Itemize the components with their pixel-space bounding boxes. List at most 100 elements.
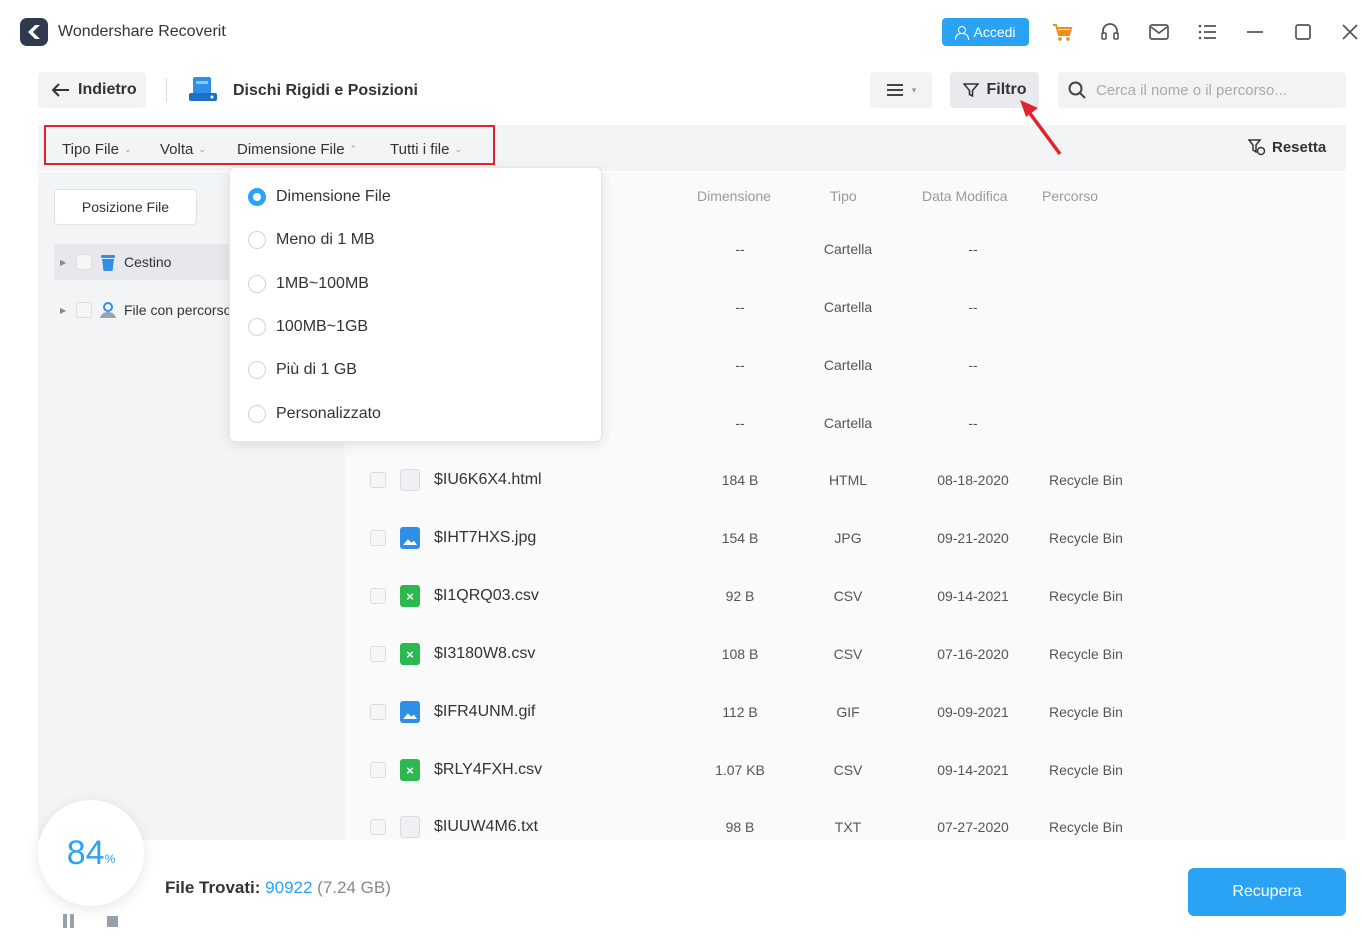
size-option-dimensione-file[interactable]: Dimensione File — [248, 188, 391, 206]
radio-selected[interactable] — [248, 188, 266, 206]
search-icon — [1068, 81, 1086, 99]
filter-all-files-label: Tutti i file — [390, 141, 450, 158]
filter-file-size[interactable]: Dimensione File ⌃ — [237, 141, 357, 158]
cell-size: -- — [735, 357, 745, 373]
cell-size: -- — [735, 299, 745, 315]
column-header-path[interactable]: Percorso — [1042, 188, 1098, 204]
filter-file-type-label: Tipo File — [62, 141, 119, 158]
cell-path: Recycle Bin — [1049, 472, 1123, 488]
cell-date: 07-27-2020 — [937, 819, 1009, 835]
expand-arrow-icon[interactable]: ▶ — [60, 306, 70, 315]
cell-type: CSV — [833, 588, 863, 604]
chevron-up-icon: ⌃ — [349, 144, 358, 154]
checkbox[interactable] — [370, 588, 386, 604]
checkbox[interactable] — [370, 472, 386, 488]
app-logo — [20, 18, 48, 46]
login-button[interactable]: Accedi — [942, 18, 1029, 46]
tab-file-location[interactable]: Posizione File — [54, 189, 197, 225]
funnel-icon — [962, 83, 979, 98]
cart-icon[interactable] — [1048, 18, 1076, 46]
mail-icon[interactable] — [1145, 18, 1173, 46]
toolbar-divider — [166, 78, 167, 102]
filter-file-type[interactable]: Tipo File ⌄ — [62, 141, 132, 158]
reset-button[interactable]: Resetta — [1248, 138, 1326, 156]
checkbox[interactable] — [370, 704, 386, 720]
table-row-file[interactable]: $IHT7HXS.jpg 154 B JPG 09-21-2020 Recycl… — [346, 509, 1346, 567]
spreadsheet-file-icon — [400, 643, 420, 665]
cell-type: Cartella — [823, 241, 873, 257]
option-label: 1MB~100MB — [276, 275, 369, 292]
cell-path: Recycle Bin — [1049, 762, 1123, 778]
back-button[interactable]: Indietro — [38, 72, 146, 108]
table-row-file[interactable]: $IUUW4M6.txt 98 B TXT 07-27-2020 Recycle… — [346, 798, 1346, 840]
table-row-file[interactable]: $IU6K6X4.html 184 B HTML 08-18-2020 Recy… — [346, 451, 1346, 509]
filter-time[interactable]: Volta ⌄ — [160, 141, 206, 158]
table-row-file[interactable]: $IFR4UNM.gif 112 B GIF 09-09-2021 Recycl… — [346, 683, 1346, 741]
filter-file-size-label: Dimensione File — [237, 141, 345, 158]
checkbox[interactable] — [370, 762, 386, 778]
search-input[interactable] — [1096, 81, 1326, 99]
files-found-summary: File Trovati: 90922 (7.24 GB) — [165, 878, 391, 898]
trash-icon — [101, 255, 115, 271]
cell-type: Cartella — [823, 299, 873, 315]
table-row-file[interactable]: $I3180W8.csv 108 B CSV 07-16-2020 Recycl… — [346, 625, 1346, 683]
app-title: Wondershare Recoverit — [58, 23, 226, 40]
filter-all-files[interactable]: Tutti i file ⌄ — [390, 141, 462, 158]
cell-type: Cartella — [823, 415, 873, 431]
sidebar-item-recycle-bin[interactable]: ▶ Cestino — [54, 244, 229, 280]
close-icon[interactable] — [1336, 18, 1362, 46]
minimize-icon[interactable] — [1241, 18, 1269, 46]
view-options-button[interactable]: ▾ — [870, 72, 932, 108]
chevron-down-icon: ▾ — [911, 84, 917, 95]
location-title: Dischi Rigidi e Posizioni — [233, 82, 418, 99]
search-box[interactable] — [1058, 72, 1346, 108]
size-option-custom[interactable]: Personalizzato — [248, 405, 381, 423]
table-row-file[interactable]: $I1QRQ03.csv 92 B CSV 09-14-2021 Recycle… — [346, 567, 1346, 625]
cell-size: 184 B — [721, 472, 759, 488]
reset-label: Resetta — [1272, 138, 1327, 156]
radio[interactable] — [248, 275, 266, 293]
radio[interactable] — [248, 318, 266, 336]
found-count: 90922 — [265, 878, 313, 897]
column-header-type[interactable]: Tipo — [830, 188, 857, 204]
stop-icon[interactable] — [107, 916, 118, 927]
size-option-more-1gb[interactable]: Più di 1 GB — [248, 361, 357, 379]
checkbox[interactable] — [370, 819, 386, 835]
found-size: (7.24 GB) — [317, 878, 391, 897]
cell-size: 98 B — [725, 819, 755, 835]
expand-arrow-icon[interactable]: ▶ — [60, 258, 70, 267]
cell-path: Recycle Bin — [1049, 819, 1123, 835]
maximize-icon[interactable] — [1289, 18, 1317, 46]
file-name: $I1QRQ03.csv — [434, 587, 539, 604]
size-option-less-1mb[interactable]: Meno di 1 MB — [248, 231, 375, 249]
size-option-100mb-1gb[interactable]: 100MB~1GB — [248, 318, 368, 336]
checkbox[interactable] — [76, 302, 92, 318]
cell-date: 07-16-2020 — [937, 646, 1009, 662]
file-size-dropdown: Dimensione File Meno di 1 MB 1MB~100MB 1… — [229, 167, 602, 442]
column-header-date-modified[interactable]: Data Modifica — [922, 188, 1008, 204]
radio[interactable] — [248, 231, 266, 249]
option-label: Più di 1 GB — [276, 361, 357, 378]
menu-list-icon[interactable] — [1193, 18, 1221, 46]
size-option-1mb-100mb[interactable]: 1MB~100MB — [248, 275, 369, 293]
cell-size: -- — [735, 415, 745, 431]
option-label: 100MB~1GB — [276, 318, 369, 335]
radio[interactable] — [248, 361, 266, 379]
sidebar-item-files-with-path[interactable]: ▶ File con percorso — [54, 292, 234, 328]
radio[interactable] — [248, 405, 266, 423]
progress-value: 84 — [66, 833, 105, 872]
cell-type: Cartella — [823, 357, 873, 373]
cell-name: $I1QRQ03.csv — [370, 567, 539, 625]
cell-size: -- — [735, 241, 745, 257]
pause-icon[interactable] — [62, 914, 76, 928]
support-headset-icon[interactable] — [1096, 18, 1124, 46]
option-label: Dimensione File — [276, 188, 391, 205]
checkbox[interactable] — [370, 646, 386, 662]
checkbox[interactable] — [370, 530, 386, 546]
table-row-file[interactable]: $RLY4FXH.csv 1.07 KB CSV 09-14-2021 Recy… — [346, 741, 1346, 799]
file-name: $IHT7HXS.jpg — [434, 529, 537, 546]
column-header-size[interactable]: Dimensione — [697, 188, 771, 204]
cell-type: CSV — [833, 646, 863, 662]
checkbox[interactable] — [76, 254, 92, 270]
recover-button[interactable]: Recupera — [1188, 868, 1346, 916]
